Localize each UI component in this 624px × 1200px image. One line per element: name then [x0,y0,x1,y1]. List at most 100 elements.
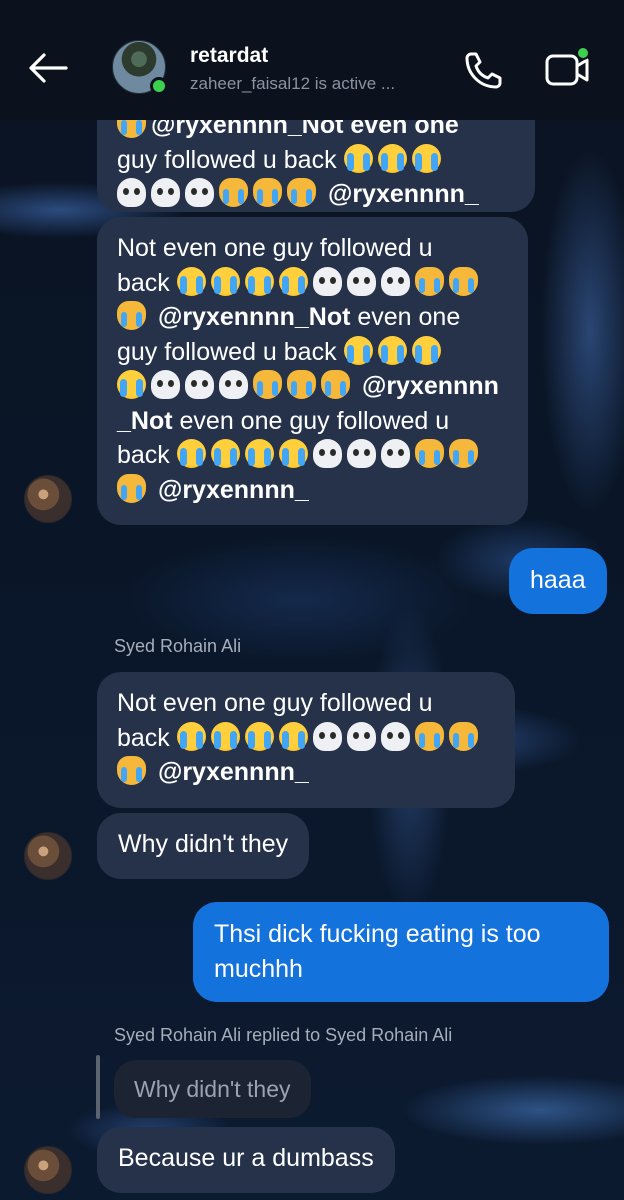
skull-icon [151,178,180,207]
loudly-crying-face-icon [244,439,274,468]
loudly-crying-face-icon [343,335,373,365]
loudly-crying-face-icon [210,721,240,751]
message-text: Not even one guy followed u [117,234,433,262]
message-line: guy followed u back [117,335,508,370]
skull-icon [380,266,410,296]
chat-title-block[interactable]: retardat zaheer_faisal12 is active ... [190,44,395,94]
crying-cat-face-icon [321,370,350,399]
skull-icon [117,178,146,207]
back-button[interactable] [26,46,70,90]
crying-cat-face-icon [219,178,248,207]
message-line: @ryxennnn_ [117,177,515,212]
mention-text: @ryxennnn_ [157,758,309,786]
crying-cat-face-icon [253,370,282,399]
message-text: Thsi dick fucking eating is too [214,920,541,948]
mention-text: _Not [117,406,173,435]
mention-text: @ryxennnn_ [327,180,479,208]
skull-icon [380,439,410,468]
video-active-dot [576,46,590,60]
crying-cat-face-icon [448,721,478,751]
mention-text: @ryxennnn_Not [157,303,351,331]
message-line: back [117,266,508,301]
quoted-message[interactable]: Why didn't they [114,1060,311,1118]
message-line: @ryxennnn [117,369,508,404]
active-status-dot [150,77,168,95]
loudly-crying-face-icon [377,335,407,365]
message-line: back [117,438,508,473]
mention-text: @ryxennnn [361,372,499,400]
sender-avatar[interactable] [24,832,72,880]
crying-cat-face-icon [448,266,478,296]
message-bubble[interactable]: Why didn't they [97,813,310,879]
sent-message-bubble[interactable]: haaa [509,548,607,614]
skull-icon [346,721,376,751]
sent-message-bubble[interactable]: Thsi dick fucking eating is too muchhh [193,902,609,1002]
sender-name: Syed Rohain Ali [114,636,242,656]
message-text: back [117,441,170,469]
loudly-crying-face-icon [176,439,206,468]
video-call-button[interactable] [542,46,592,92]
skull-icon [346,266,376,296]
crying-cat-face-icon [414,266,444,296]
message-bubble[interactable]: Because ur a dumbass [97,1127,395,1193]
skull-icon [151,370,180,399]
sender-avatar[interactable] [24,475,72,523]
crying-cat-face-icon [287,370,316,399]
skull-icon [380,721,410,751]
sender-avatar[interactable] [24,1146,72,1194]
loudly-crying-face-icon [278,439,308,468]
skull-icon [185,370,214,399]
skull-icon [312,439,342,468]
message-text: Not even one guy followed u [117,689,433,717]
message-text: muchhh [214,954,303,983]
crying-cat-face-icon [414,721,444,751]
message-text: Why didn't they [118,830,289,858]
loudly-crying-face-icon [176,266,206,296]
chat-header: retardat zaheer_faisal12 is active ... [0,0,624,120]
message-text: haaa [530,566,586,594]
loudly-crying-face-icon [343,143,373,173]
loudly-crying-face-icon [176,721,206,751]
reply-indicator-bar [96,1055,100,1119]
message-text: guy followed u back [117,145,337,174]
message-bubble[interactable]: Not even one guy followed u back @ryxenn… [97,217,528,525]
message-text: even one [350,303,461,331]
message-line: @ryxennnn_Not even one [117,300,508,335]
loudly-crying-face-icon [117,370,146,399]
mention-text: @ryxennnn_ [157,475,309,504]
chat-title: retardat [190,44,269,67]
phone-icon [465,52,502,89]
crying-cat-face-icon [117,301,146,330]
message-line: _Not even one guy followed u [117,404,508,439]
crying-cat-face-icon [117,756,146,785]
message-text: even one guy followed u [172,406,450,435]
message-line: @ryxennnn_ [117,755,495,790]
back-arrow-icon [29,53,68,83]
voice-call-button[interactable] [462,48,506,92]
message-line: @ryxennnn_ [117,473,508,508]
message-line: Not even one guy followed u [117,686,495,721]
skull-icon [346,439,376,468]
message-text: Because ur a dumbass [118,1144,374,1172]
crying-cat-face-icon [117,473,146,503]
crying-cat-face-icon [448,439,478,468]
message-text: guy followed u back [117,337,337,366]
skull-icon [312,266,342,296]
loudly-crying-face-icon [377,143,407,173]
skull-icon [312,721,342,751]
group-avatar[interactable] [112,40,168,95]
loudly-crying-face-icon [210,266,240,296]
message-line: Not even one guy followed u [117,231,508,266]
message-text: back [117,268,170,297]
skull-icon [185,178,214,207]
loudly-crying-face-icon [278,721,308,751]
loudly-crying-face-icon [278,266,308,296]
message-line: guy followed u back [117,143,515,178]
loudly-crying-face-icon [411,335,441,365]
message-line: back [117,721,495,756]
loudly-crying-face-icon [244,721,274,751]
loudly-crying-face-icon [210,439,240,468]
message-bubble[interactable]: Not even one guy followed u back @ryxenn… [97,672,515,808]
reply-label: Syed Rohain Ali replied to Syed Rohain A… [114,1025,453,1045]
active-status-text: zaheer_faisal12 is active ... [190,74,396,93]
